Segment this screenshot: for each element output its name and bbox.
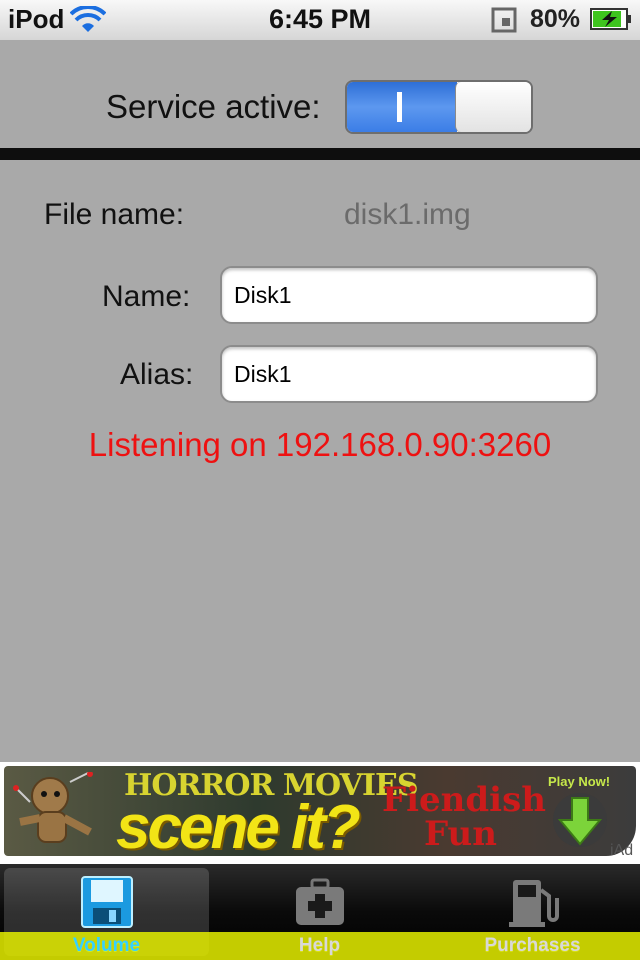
download-arrow-icon[interactable] — [550, 792, 610, 848]
tab-help-label: Help — [298, 936, 341, 957]
ad-play-now[interactable]: Play Now! — [548, 774, 610, 789]
switch-knob[interactable] — [455, 82, 531, 132]
service-active-switch[interactable] — [345, 80, 533, 134]
battery-charging-icon — [590, 8, 631, 30]
tab-purchases-label: Purchases — [484, 936, 581, 957]
file-name-label: File name: — [44, 198, 185, 231]
voodoo-doll-icon — [13, 772, 93, 843]
first-aid-kit-icon — [295, 878, 344, 925]
ad-content[interactable]: HORROR MOVIES scene it? Fiendish Fun Pla… — [4, 766, 636, 856]
tab-purchases[interactable]: Purchases — [426, 864, 639, 960]
listening-status: Listening on 192.168.0.90:3260 — [88, 426, 552, 463]
floppy-disk-icon — [80, 876, 133, 928]
switch-on-track — [347, 82, 457, 132]
alias-field[interactable]: Disk1 — [220, 345, 598, 403]
file-name-value: disk1.img — [344, 198, 471, 231]
ad-title: scene it? — [116, 793, 361, 856]
tab-help[interactable]: Help — [213, 864, 426, 960]
name-field[interactable]: Disk1 — [220, 266, 598, 324]
status-bar: iPod 6:45 PM 80% — [0, 0, 640, 41]
ad-tagline-2: Fun — [424, 814, 497, 854]
tab-volume-label: Volume — [72, 936, 141, 957]
service-row: Service active: — [0, 40, 640, 148]
iad-label: iAd — [610, 842, 634, 859]
section-divider — [0, 148, 640, 160]
rotation-lock-icon — [491, 7, 517, 33]
alias-label: Alias: — [120, 358, 194, 391]
tab-bar: Volume Help Purchases — [0, 864, 640, 960]
tab-volume[interactable]: Volume — [0, 864, 213, 960]
service-active-label: Service active: — [106, 88, 321, 125]
switch-on-mark — [397, 92, 402, 122]
fuel-pump-icon — [508, 880, 559, 927]
volume-form: File name: disk1.img Name: Disk1 Alias: … — [0, 160, 640, 762]
battery-percent: 80% — [530, 5, 581, 33]
ad-banner[interactable]: HORROR MOVIES scene it? Fiendish Fun Pla… — [0, 762, 640, 864]
name-label: Name: — [102, 280, 191, 313]
